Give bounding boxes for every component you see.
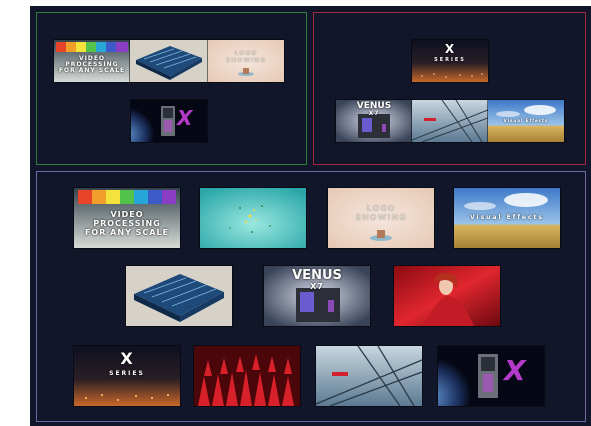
group-top-right [313, 12, 586, 165]
thumb-bridge-small[interactable] [412, 100, 488, 142]
logo-render-caption-large: LOGO SHOWING [355, 204, 407, 222]
thumb-video-processing[interactable]: VIDEO PROCESSING FOR ANY SCALE [54, 40, 130, 82]
thumb-particles[interactable] [200, 188, 306, 248]
thumb-visual-effects-large[interactable]: Visual Effects [454, 188, 560, 248]
thumb-logo-render-large[interactable]: LOGO SHOWING [328, 188, 434, 248]
visual-effects-caption-large: Visual Effects [469, 214, 545, 221]
x-series-subtitle-large: SERIES [109, 370, 145, 377]
thumb-red-dress[interactable] [394, 266, 500, 326]
thumb-venus-x7-large[interactable]: VENUS X7 [264, 266, 370, 326]
venus-model-small: X7 [368, 110, 380, 117]
group-top-left [36, 12, 307, 165]
x-series-title-large: X [120, 349, 134, 368]
thumb-red-seats[interactable] [194, 346, 300, 406]
thumb-x-series-large[interactable]: X SERIES [74, 346, 180, 406]
media-canvas: VIDEO PROCESSING FOR ANY SCALE LOGO SHOW… [30, 6, 591, 426]
video-processing-caption: VIDEO PROCESSING FOR ANY SCALE [58, 55, 126, 74]
thumb-venus-globe-small[interactable]: X [131, 100, 207, 142]
thumb-logo-render[interactable]: LOGO SHOWING [208, 40, 284, 82]
thumb-video-processing-large[interactable]: VIDEO PROCESSING FOR ANY SCALE [74, 188, 180, 248]
thumb-circuit-board[interactable] [130, 40, 208, 82]
thumb-x-series-small[interactable]: X SERIES [412, 40, 488, 82]
thumb-venus-x7-small[interactable]: VENUS X7 [336, 100, 412, 142]
thumb-bridge-large[interactable] [316, 346, 422, 406]
logo-render-caption: LOGO SHOWING [225, 50, 267, 64]
x-series-subtitle-small: SERIES [434, 57, 466, 63]
venus-x-logo-small: X [177, 106, 194, 130]
video-processing-caption-large: VIDEO PROCESSING FOR ANY SCALE [84, 210, 170, 237]
x-series-title-small: X [444, 42, 456, 56]
venus-brand-large: VENUS [292, 268, 342, 283]
visual-effects-caption-small: Visual Effects [503, 118, 549, 123]
venus-model-large: X7 [310, 282, 324, 291]
thumb-venus-globe-large[interactable]: X [438, 346, 544, 406]
thumb-circuit-board-large[interactable] [126, 266, 232, 326]
venus-x-logo-large: X [504, 354, 527, 387]
thumb-visual-effects-small[interactable]: Visual Effects [488, 100, 564, 142]
